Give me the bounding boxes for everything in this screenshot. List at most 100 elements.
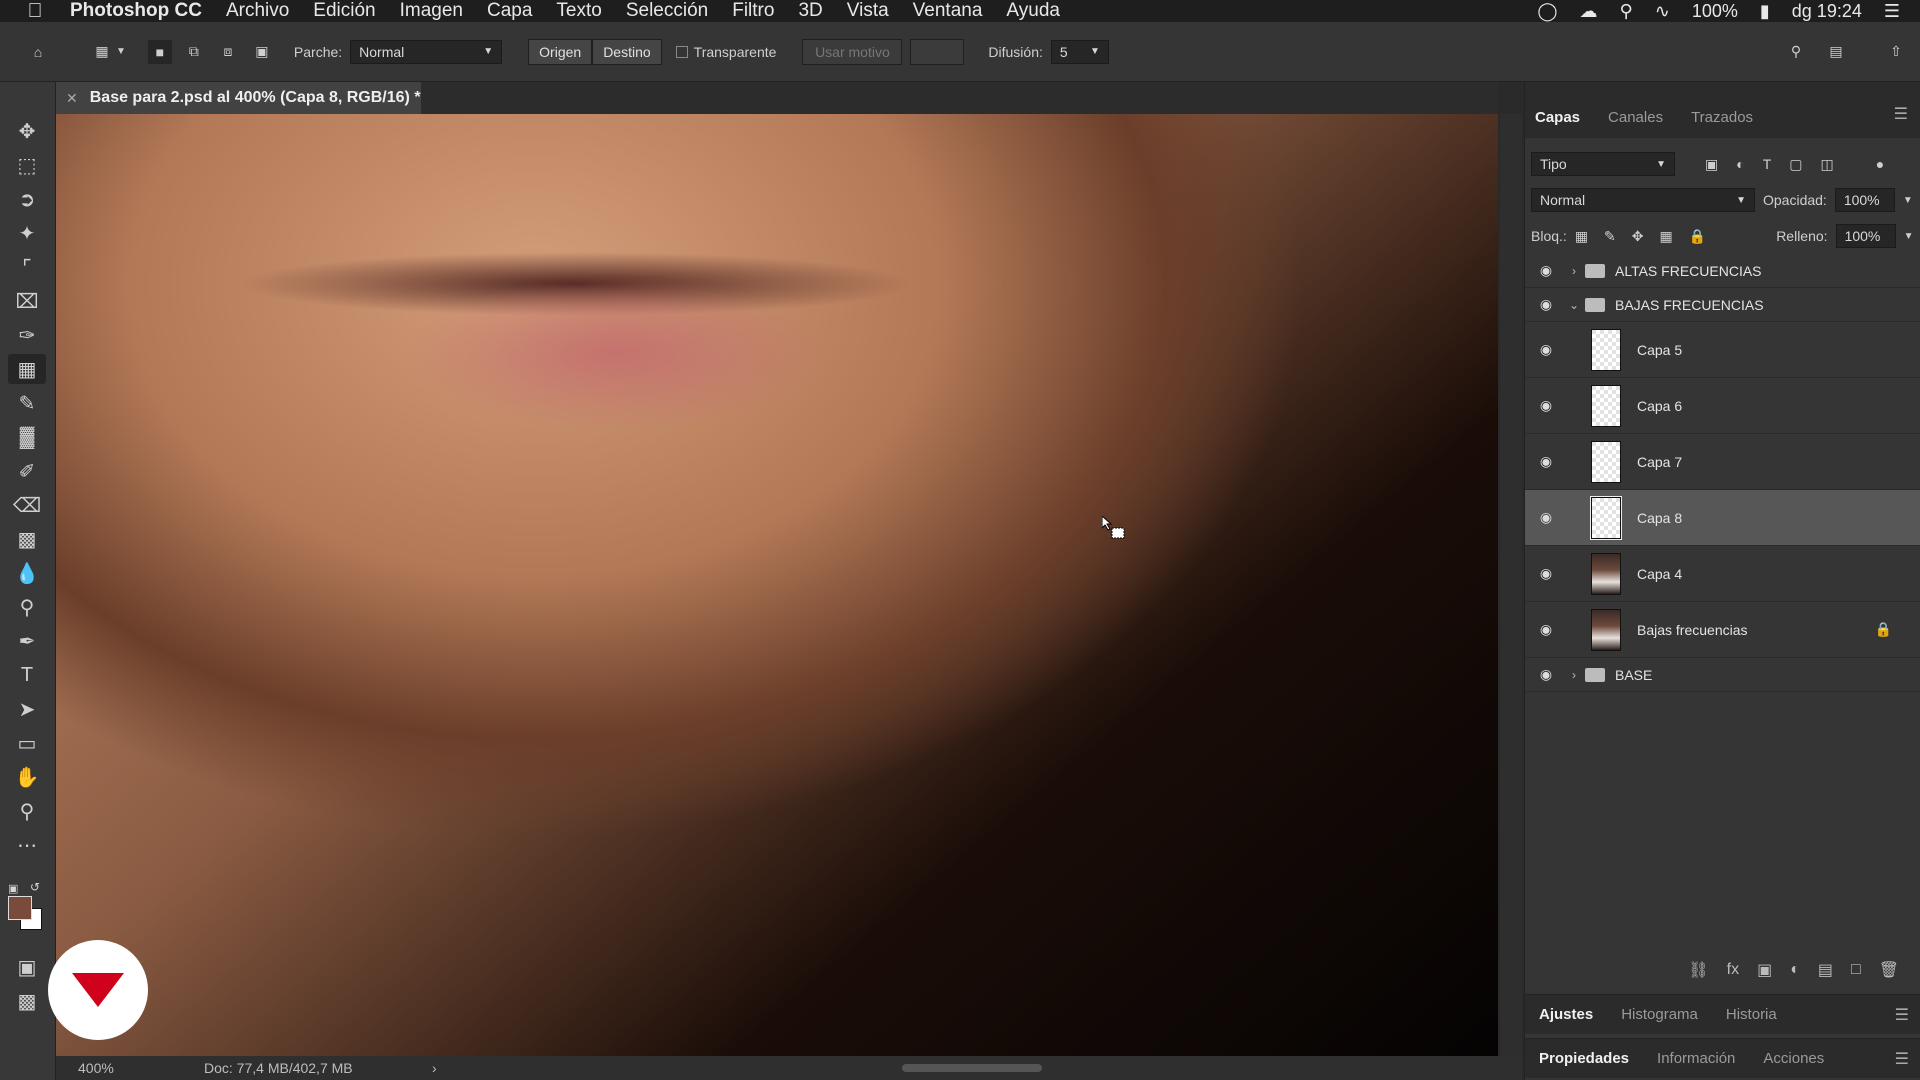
menu-archivo[interactable]: Archivo xyxy=(226,0,289,22)
blend-mode-select[interactable]: Normal ▼ xyxy=(1531,188,1755,212)
patch-mode-select[interactable]: Normal ▼ xyxy=(350,39,503,64)
add-selection-icon[interactable]: ⧉ xyxy=(182,40,206,64)
layer-row[interactable]: ◉ Capa 5 xyxy=(1525,322,1920,378)
patch-tool-icon[interactable]: ▦ xyxy=(8,354,46,384)
menu-imagen[interactable]: Imagen xyxy=(400,0,463,22)
panel-menu-icon[interactable]: ☰ xyxy=(1895,1005,1920,1025)
layer-row-selected[interactable]: ◉ Capa 8 xyxy=(1525,490,1920,546)
new-selection-icon[interactable]: ■ xyxy=(147,39,172,64)
menu-ayuda[interactable]: Ayuda xyxy=(1006,0,1060,22)
tab-propiedades[interactable]: Propiedades xyxy=(1525,1050,1643,1067)
chevron-down-icon[interactable]: ⌄ xyxy=(1567,298,1581,312)
layer-row[interactable]: ◉ Capa 4 xyxy=(1525,546,1920,602)
type-tool-icon[interactable]: T xyxy=(8,660,46,690)
panel-menu-icon[interactable]: ☰ xyxy=(1882,104,1920,138)
layer-row[interactable]: ◉ › ALTAS FRECUENCIAS xyxy=(1525,254,1920,288)
foreground-color-swatch[interactable] xyxy=(8,896,32,920)
wifi-icon[interactable]: ∿ xyxy=(1655,1,1670,22)
lock-icon[interactable]: 🔒 xyxy=(1875,621,1892,638)
menu-texto[interactable]: Texto xyxy=(556,0,601,22)
crop-tool-icon[interactable]: ⌜ xyxy=(8,252,46,282)
chevron-down-icon[interactable]: ▼ xyxy=(116,46,126,57)
tab-capas[interactable]: Capas xyxy=(1525,109,1598,138)
lock-artboard-icon[interactable]: ▦ xyxy=(1660,228,1673,245)
clock[interactable]: dg 19:24 xyxy=(1792,1,1862,22)
screen-mode-icon[interactable]: ▩ xyxy=(8,986,46,1016)
document-tab[interactable]: ✕ Base para 2.psd al 400% (Capa 8, RGB/1… xyxy=(56,82,421,114)
eye-icon[interactable]: ◉ xyxy=(1525,397,1567,414)
quick-mask-icon[interactable]: ▣ xyxy=(8,952,46,982)
default-colors-icon[interactable]: ▣ xyxy=(8,882,18,895)
layer-filter-select[interactable]: Tipo ▼ xyxy=(1531,152,1675,176)
add-mask-icon[interactable]: ▣ xyxy=(1757,960,1772,980)
pattern-picker[interactable] xyxy=(910,38,965,65)
history-brush-tool-icon[interactable]: ✐ xyxy=(8,456,46,486)
workspace-icon[interactable]: ▤ xyxy=(1824,40,1848,64)
transparent-checkbox[interactable] xyxy=(675,45,688,58)
pen-tool-icon[interactable]: ✒ xyxy=(8,626,46,656)
close-icon[interactable]: ✕ xyxy=(66,90,78,107)
tab-canales[interactable]: Canales xyxy=(1598,109,1681,138)
source-button[interactable]: Origen xyxy=(528,38,593,65)
lock-pixels-icon[interactable]: ✎ xyxy=(1604,228,1616,245)
marquee-tool-icon[interactable]: ⬚ xyxy=(8,150,46,180)
fill-input[interactable]: 100% xyxy=(1835,224,1896,248)
panel-menu-icon[interactable]: ☰ xyxy=(1895,1049,1920,1069)
app-name-menu[interactable]: Photoshop CC xyxy=(70,0,202,22)
layer-row[interactable]: ◉ Bajas frecuencias 🔒 xyxy=(1525,602,1920,658)
blur-tool-icon[interactable]: 💧 xyxy=(8,558,46,588)
eye-icon[interactable]: ◉ xyxy=(1525,341,1567,358)
eyedropper-tool-icon[interactable]: ✑ xyxy=(8,320,46,350)
rectangle-tool-icon[interactable]: ▭ xyxy=(8,728,46,758)
menu-seleccion[interactable]: Selección xyxy=(626,0,708,22)
trash-icon[interactable]: 🗑 xyxy=(1879,960,1899,980)
lasso-tool-icon[interactable]: ➲ xyxy=(8,184,46,214)
spotlight-search-icon[interactable]: ⚲ xyxy=(1620,1,1633,22)
brush-tool-icon[interactable]: ✎ xyxy=(8,388,46,418)
subtract-selection-icon[interactable]: ⧈ xyxy=(216,40,240,64)
filter-adjustment-icon[interactable]: ◐ xyxy=(1736,156,1744,172)
apple-icon[interactable]:  xyxy=(0,0,70,23)
opacity-input[interactable]: 100% xyxy=(1834,188,1895,212)
tab-trazados[interactable]: Trazados xyxy=(1681,109,1771,138)
filter-toggle-icon[interactable]: ● xyxy=(1876,156,1884,172)
link-layers-icon[interactable]: ⛓ xyxy=(1688,960,1708,980)
filter-type-icon[interactable]: T xyxy=(1763,156,1772,172)
chevron-right-icon[interactable]: › xyxy=(1567,668,1581,682)
chevron-right-icon[interactable]: › xyxy=(1567,264,1581,278)
search-icon[interactable]: ⚲ xyxy=(1784,40,1808,64)
chevron-down-icon[interactable]: ▼ xyxy=(1903,195,1913,206)
new-group-icon[interactable]: ▤ xyxy=(1818,960,1833,980)
frame-tool-icon[interactable]: ⌧ xyxy=(8,286,46,316)
filter-shape-icon[interactable]: ▢ xyxy=(1789,156,1802,173)
lock-all-icon[interactable]: 🔒 xyxy=(1689,228,1706,245)
filter-smart-object-icon[interactable]: ◫ xyxy=(1821,156,1834,173)
layer-row[interactable]: ◉ ⌄ BAJAS FRECUENCIAS xyxy=(1525,288,1920,322)
menu-ventana[interactable]: Ventana xyxy=(913,0,983,22)
eye-icon[interactable]: ◉ xyxy=(1525,565,1567,582)
patch-tool-preset-icon[interactable]: ▦ xyxy=(90,40,114,64)
chevron-right-icon[interactable]: › xyxy=(432,1060,437,1076)
zoom-level[interactable]: 400% xyxy=(78,1060,138,1076)
filter-pixel-icon[interactable]: ▣ xyxy=(1705,156,1718,173)
horizontal-scrollbar-thumb[interactable] xyxy=(902,1064,1042,1072)
battery-icon[interactable]: ▮ xyxy=(1760,1,1770,22)
clone-stamp-tool-icon[interactable]: ▓ xyxy=(8,422,46,452)
menu-capa[interactable]: Capa xyxy=(487,0,532,22)
creative-cloud-icon[interactable]: ◯ xyxy=(1537,1,1557,22)
adjustment-layer-icon[interactable]: ◐ xyxy=(1790,961,1800,979)
fx-icon[interactable]: fx xyxy=(1727,961,1739,979)
magic-wand-tool-icon[interactable]: ✦ xyxy=(8,218,46,248)
battery-percent[interactable]: 100% xyxy=(1692,1,1738,22)
tab-historia[interactable]: Historia xyxy=(1712,1006,1791,1023)
hand-tool-icon[interactable]: ✋ xyxy=(8,762,46,792)
lock-transparency-icon[interactable]: ▦ xyxy=(1575,228,1588,245)
eye-icon[interactable]: ◉ xyxy=(1525,509,1567,526)
menu-3d[interactable]: 3D xyxy=(798,0,822,22)
chevron-down-icon[interactable]: ▼ xyxy=(1904,231,1914,242)
use-pattern-button[interactable]: Usar motivo xyxy=(802,38,903,65)
share-icon[interactable]: ⇧ xyxy=(1884,40,1908,64)
eye-icon[interactable]: ◉ xyxy=(1525,453,1567,470)
path-selection-tool-icon[interactable]: ➤ xyxy=(8,694,46,724)
layer-row[interactable]: ◉ › BASE xyxy=(1525,658,1920,692)
